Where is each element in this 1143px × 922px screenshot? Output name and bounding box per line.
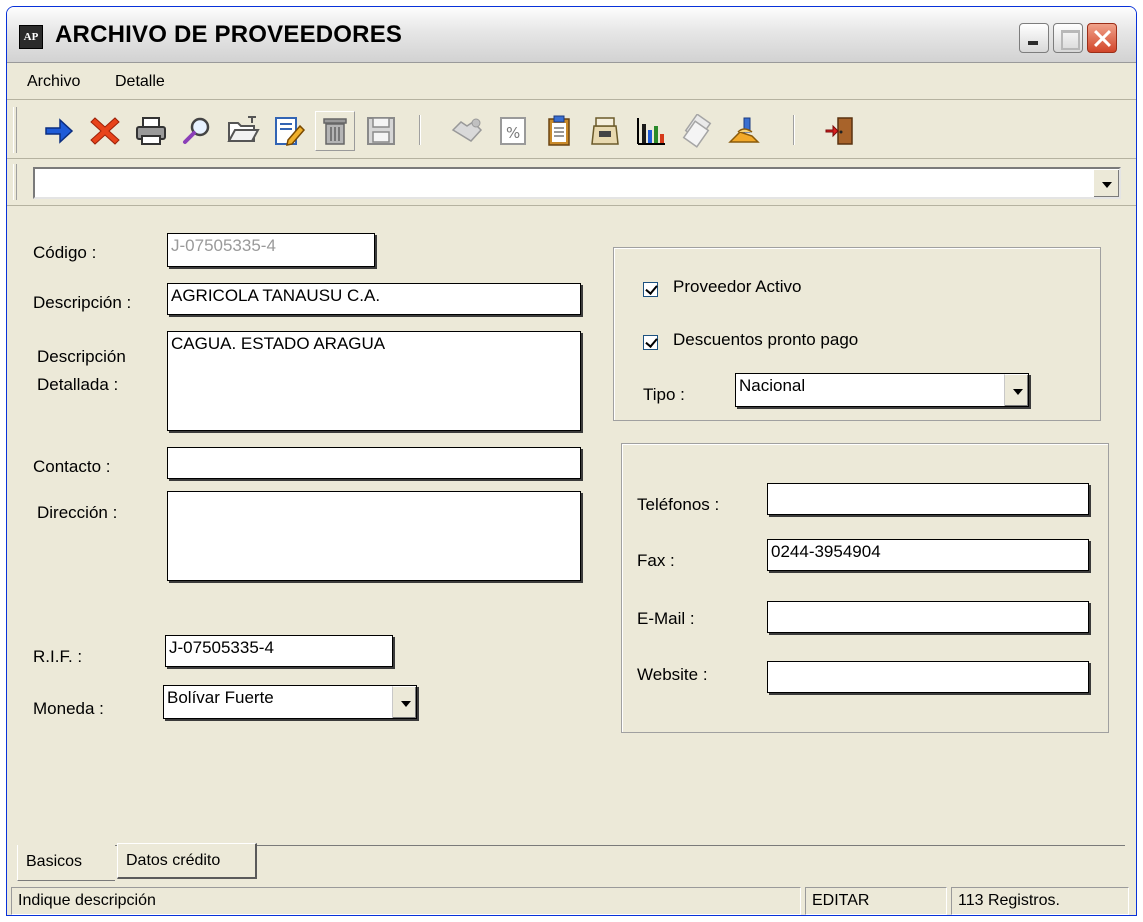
moneda-select[interactable]: Bolívar Fuerte [163,685,417,719]
save-icon[interactable] [361,111,401,151]
print-icon[interactable] [131,111,171,151]
chevron-down-icon[interactable] [1004,374,1028,406]
cash-register-icon[interactable] [585,111,625,151]
status-mode: EDITAR [805,887,947,915]
toolbar-grip[interactable] [13,164,17,200]
toolbar-separator [419,115,421,145]
direccion-field[interactable] [167,491,581,581]
delete-x-icon[interactable] [85,111,125,151]
svg-text:%: % [506,124,520,142]
direccion-label: Dirección : [37,503,118,522]
hand-money-icon[interactable] [723,111,763,151]
desc-detallada-label: Descripción [37,347,126,366]
status-message: Indique descripción [11,887,801,915]
form-area: Código : J-07505335-4 Descripción : AGRI… [7,207,1136,841]
contacto-field[interactable] [167,447,581,479]
tipo-select[interactable]: Nacional [735,373,1029,407]
tipo-value: Nacional [739,376,806,395]
desc-detallada-field[interactable]: CAGUA. ESTADO ARAGUA [167,331,581,431]
menu-bar: Archivo Detalle [7,64,1136,100]
tabs-divider [115,845,1125,846]
desc-detallada-label-2: Detallada : [37,375,119,394]
tab-datos-credito[interactable]: Datos crédito [117,843,257,879]
contacto-label: Contacto : [33,457,111,476]
fax-field[interactable]: 0244-3954904 [767,539,1089,571]
proveedor-activo-label: Proveedor Activo [673,277,802,296]
codigo-field[interactable]: J-07505335-4 [167,233,375,267]
app-icon: AP [19,25,43,49]
exit-door-icon[interactable] [821,111,861,151]
menu-detalle[interactable]: Detalle [115,73,165,91]
tipo-label: Tipo : [643,385,685,404]
maximize-button[interactable] [1053,23,1083,53]
bar-chart-icon[interactable] [631,111,671,151]
proveedor-activo-checkbox[interactable] [643,282,658,297]
rif-label: R.I.F. : [33,647,83,666]
status-records: 113 Registros. [951,887,1129,915]
status-bar: Indique descripción EDITAR 113 Registros… [7,885,1136,915]
menu-archivo[interactable]: Archivo [27,73,80,91]
telefonos-label: Teléfonos : [637,495,720,514]
descripcion-label: Descripción : [33,293,132,312]
fax-label: Fax : [637,551,675,570]
main-window: AP ARCHIVO DE PROVEEDORES Archivo Detall… [6,6,1137,916]
documents-icon[interactable] [677,111,717,151]
moneda-value: Bolívar Fuerte [167,688,274,707]
email-label: E-Mail : [637,609,695,628]
website-label: Website : [637,665,708,684]
clipboard-icon[interactable] [539,111,579,151]
tab-label: Datos crédito [126,852,221,869]
descuentos-checkbox[interactable] [643,335,658,350]
tab-label: Basicos [26,853,83,870]
open-folder-icon[interactable] [223,111,263,151]
moneda-label: Moneda : [33,699,104,718]
close-button[interactable] [1087,23,1117,53]
chevron-down-icon[interactable] [392,686,416,718]
edit-icon[interactable] [269,111,309,151]
minimize-button[interactable] [1019,23,1049,53]
telefonos-field[interactable] [767,483,1089,515]
tab-basicos[interactable]: Basicos [17,845,115,881]
search-icon[interactable] [177,111,217,151]
record-selector-combo[interactable] [33,167,1121,199]
toolbar-grip[interactable] [13,107,17,153]
descripcion-field[interactable]: AGRICOLA TANAUSU C.A. [167,283,581,315]
website-field[interactable] [767,661,1089,693]
rif-field[interactable]: J-07505335-4 [165,635,393,667]
email-field[interactable] [767,601,1089,633]
handshake-icon[interactable] [447,111,487,151]
title-bar[interactable]: AP ARCHIVO DE PROVEEDORES [7,7,1136,63]
percent-icon[interactable]: % [493,111,533,151]
toolbar: % [7,101,1136,159]
chevron-down-icon[interactable] [1093,169,1119,197]
toolbar-separator [793,115,795,145]
descuentos-label: Descuentos pronto pago [673,330,859,349]
window-title: ARCHIVO DE PROVEEDORES [55,21,403,48]
record-selector-bar [7,160,1136,206]
trash-icon[interactable] [315,111,355,151]
arrow-right-icon[interactable] [39,111,79,151]
codigo-label: Código : [33,243,97,262]
